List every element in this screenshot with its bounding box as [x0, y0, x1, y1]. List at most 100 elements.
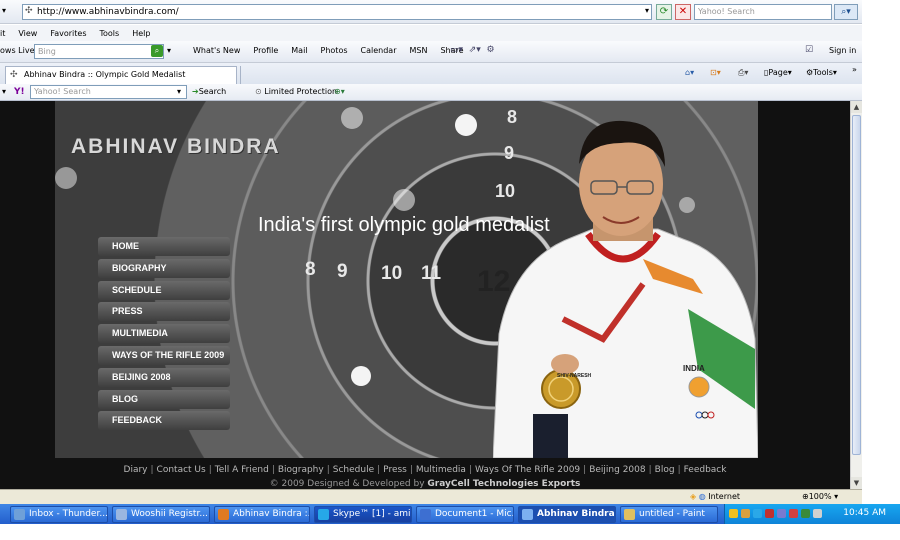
scroll-thumb[interactable] [852, 115, 861, 455]
decor-dot [351, 366, 371, 386]
zoom-control[interactable]: ⊕100% ▾ [802, 492, 838, 501]
browser-icon [116, 509, 127, 520]
bing-search-icon[interactable]: ⌕ [151, 45, 163, 57]
footer-link-multimedia[interactable]: Multimedia [416, 465, 466, 475]
link-calendar[interactable]: Calendar [361, 46, 397, 55]
yahoo-search-input[interactable]: Yahoo! Search [30, 85, 187, 99]
footer-copyright: © 2009 Designed & Developed by GrayCell … [0, 479, 850, 489]
page-menu[interactable]: ▯Page▾ [764, 68, 792, 77]
link-msn[interactable]: MSN [410, 46, 428, 55]
nav-beijing-2008[interactable]: BEIJING 2008 [98, 367, 230, 387]
page-viewport: ABHINAV BINDRA 8 9 10 8 9 10 11 12 India… [0, 101, 850, 489]
footer-link-ways-of-the-rifle[interactable]: Ways Of The Rifle 2009 [475, 465, 580, 475]
tray-app-icon[interactable] [741, 509, 750, 518]
toolbar-dropdown-icon[interactable]: ▾ [2, 87, 6, 96]
sign-in-link[interactable]: Sign in [829, 46, 856, 55]
back-dropdown-icon[interactable]: ▾ [2, 6, 6, 15]
menu-view[interactable]: View [18, 29, 37, 38]
footer-link-tell-a-friend[interactable]: Tell A Friend [215, 465, 269, 475]
bing-dropdown-icon[interactable]: ▾ [167, 46, 171, 55]
feeds-icon[interactable]: ⊡▾ [710, 68, 721, 77]
yahoo-logo: Y! [14, 87, 25, 97]
thunderbird-icon [14, 509, 25, 520]
home-icon[interactable]: ⌂▾ [685, 68, 694, 77]
stop-icon[interactable]: ✕ [675, 4, 691, 20]
footer-link-diary[interactable]: Diary [124, 465, 148, 475]
new-tab-button[interactable] [240, 66, 241, 84]
developer-link[interactable]: GrayCell Technologies Exports [427, 479, 580, 489]
url-field[interactable]: ✣ http://www.abhinavbindra.com/ ▾ [22, 4, 652, 20]
tray-app-icon[interactable] [777, 509, 786, 518]
url-dropdown-icon[interactable]: ▾ [645, 6, 649, 15]
footer-link-contact[interactable]: Contact Us [157, 465, 206, 475]
task-paint[interactable]: untitled - Paint [620, 506, 718, 523]
tray-app-icon[interactable] [789, 509, 798, 518]
task-word-document[interactable]: Document1 - Mic... [416, 506, 514, 523]
link-photos[interactable]: Photos [321, 46, 348, 55]
decor-dot [455, 114, 477, 136]
yahoo-extra-icon[interactable]: ⊕▾ [334, 87, 345, 96]
task-wooshii[interactable]: Wooshii Registr... [112, 506, 210, 523]
nav-press[interactable]: PRESS [98, 302, 230, 322]
nav-schedule[interactable]: SCHEDULE [98, 280, 230, 300]
nav-blog[interactable]: BLOG [98, 389, 230, 409]
footer-link-biography[interactable]: Biography [278, 465, 324, 475]
tools-menu[interactable]: ⚙Tools▾ [806, 68, 837, 77]
tray-app-icon[interactable] [729, 509, 738, 518]
footer-link-feedback[interactable]: Feedback [684, 465, 727, 475]
toolbar-icons[interactable]: ▭▾ ⇗▾ ⚙ [450, 45, 495, 55]
athlete-photo: INDIA SHIV-NARESH [493, 120, 758, 458]
tray-app-icon[interactable] [765, 509, 774, 518]
decor-dot [341, 107, 363, 129]
sign-in-icon: ☑ [805, 45, 814, 55]
menu-tools[interactable]: Tools [99, 29, 119, 38]
firefox-icon [218, 509, 229, 520]
chevron-right-icon[interactable]: » [852, 65, 857, 74]
footer-link-beijing[interactable]: Beijing 2008 [589, 465, 645, 475]
browser-search-input[interactable]: Yahoo! Search [694, 4, 832, 20]
nav-multimedia[interactable]: MULTIMEDIA [98, 324, 230, 344]
tray-app-icon[interactable] [753, 509, 762, 518]
task-label: Inbox - Thunder... [29, 509, 108, 519]
site-logo[interactable]: ABHINAV BINDRA [71, 135, 281, 159]
tab-abhinav-bindra[interactable]: ✣ Abhinav Bindra :: Olympic Gold Medalis… [5, 66, 237, 84]
nav-feedback[interactable]: FEEDBACK [98, 411, 230, 431]
yahoo-search-button[interactable]: ➔Search [192, 87, 226, 96]
windows-live-toolbar: ows Live Bing ⌕ ▾ What's New Profile Mai… [0, 41, 862, 63]
clock[interactable]: 10:45 AM [843, 508, 886, 518]
search-arrow-icon: ➔ [192, 87, 199, 96]
nav-home[interactable]: HOME [98, 237, 230, 256]
tray-app-icon[interactable] [801, 509, 810, 518]
menu-help[interactable]: Help [132, 29, 150, 38]
task-ie-abhinav[interactable]: Abhinav Bindra... [518, 506, 616, 523]
refresh-icon[interactable]: ⟳ [656, 4, 672, 20]
menu-favorites[interactable]: Favorites [50, 29, 86, 38]
footer-link-schedule[interactable]: Schedule [333, 465, 374, 475]
scroll-down-icon[interactable]: ▼ [851, 477, 862, 489]
task-skype[interactable]: Skype™ [1] - ami... [314, 506, 412, 523]
tab-title: Abhinav Bindra :: Olympic Gold Medalist [24, 70, 186, 79]
decor-dot [393, 189, 415, 211]
footer-link-press[interactable]: Press [383, 465, 407, 475]
footer-link-blog[interactable]: Blog [655, 465, 675, 475]
vertical-scrollbar[interactable]: ▲ ▼ [850, 101, 862, 489]
scroll-up-icon[interactable]: ▲ [851, 101, 862, 113]
ie-icon [522, 509, 533, 520]
protection-button[interactable]: ⊙ Limited Protection [255, 87, 337, 96]
address-bar: ▾ ✣ http://www.abhinavbindra.com/ ▾ ⟳ ✕ … [0, 0, 862, 24]
nav-ways-of-the-rifle[interactable]: WAYS OF THE RIFLE 2009 [98, 345, 230, 365]
volume-icon[interactable] [813, 509, 822, 518]
link-mail[interactable]: Mail [291, 46, 307, 55]
task-thunderbird[interactable]: Inbox - Thunder... [10, 506, 108, 523]
task-label: untitled - Paint [639, 509, 705, 519]
link-profile[interactable]: Profile [253, 46, 278, 55]
nav-biography[interactable]: BIOGRAPHY [98, 258, 230, 278]
task-firefox-abhinav[interactable]: Abhinav Bindra :... [214, 506, 310, 523]
yahoo-dropdown-icon[interactable]: ▾ [177, 87, 181, 96]
print-icon[interactable]: ⎙▾ [738, 68, 748, 78]
zone-label: Internet [708, 492, 740, 501]
link-whats-new[interactable]: What's New [193, 46, 240, 55]
menu-edit[interactable]: it [0, 29, 5, 38]
bing-search-input[interactable]: Bing [34, 44, 164, 59]
search-button[interactable]: ⌕▾ [834, 4, 858, 20]
